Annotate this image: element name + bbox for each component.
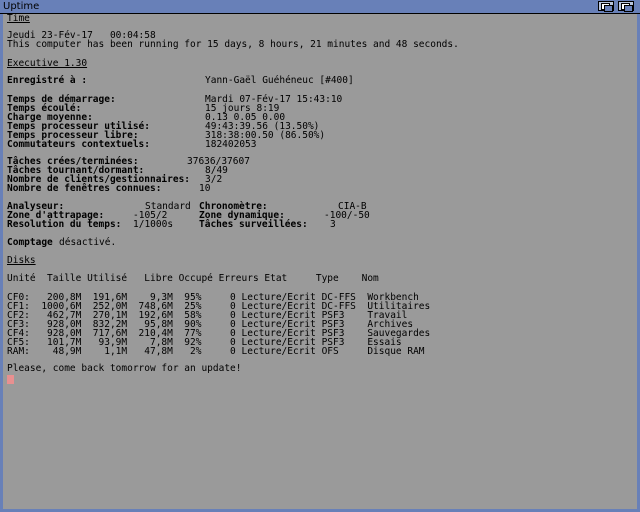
depth-gadget-icon[interactable] — [598, 1, 614, 12]
registered-value: Yann-Gaël Guéhéneuc [#400] — [205, 75, 354, 86]
resolution-value: 1/1000s — [133, 219, 174, 230]
resolution-label: Resolution du temps: — [7, 219, 122, 230]
comptage-value: désactivé. — [59, 237, 117, 248]
zoom-gadget-icon[interactable] — [618, 1, 634, 12]
shell-output: Time Jeudi 23-Fév-17 00:04:58 This compu… — [0, 14, 640, 512]
stat-value: 182402053 — [205, 139, 257, 150]
comptage-label: Comptage — [7, 237, 53, 248]
window-title: Uptime — [3, 1, 40, 12]
time-heading: Time — [7, 13, 30, 24]
running-time: This computer has been running for 15 da… — [7, 39, 459, 50]
registered-label: Enregistré à : — [7, 75, 88, 86]
disks-heading: Disks — [7, 255, 36, 266]
surv-value: 3 — [330, 219, 336, 230]
task-value: 10 — [199, 183, 211, 194]
stat-label: Commutateurs contextuels: — [7, 139, 150, 150]
executive-heading: Executive 1.30 — [7, 58, 88, 69]
footer-message: Please, come back tomorrow for an update… — [7, 363, 242, 374]
window-titlebar[interactable]: Uptime — [0, 0, 640, 14]
disks-table-header: Unité Taille Utilisé Libre Occupé Erreur… — [7, 273, 379, 284]
text-cursor[interactable] — [7, 375, 14, 384]
disk-row: RAM: 48,9M 1,1M 47,8M 2% 0 Lecture/Ecrit… — [7, 346, 425, 357]
task-label: Nombre de fenêtres connues: — [7, 183, 162, 194]
surv-label: Tâches surveillées: — [199, 219, 308, 230]
